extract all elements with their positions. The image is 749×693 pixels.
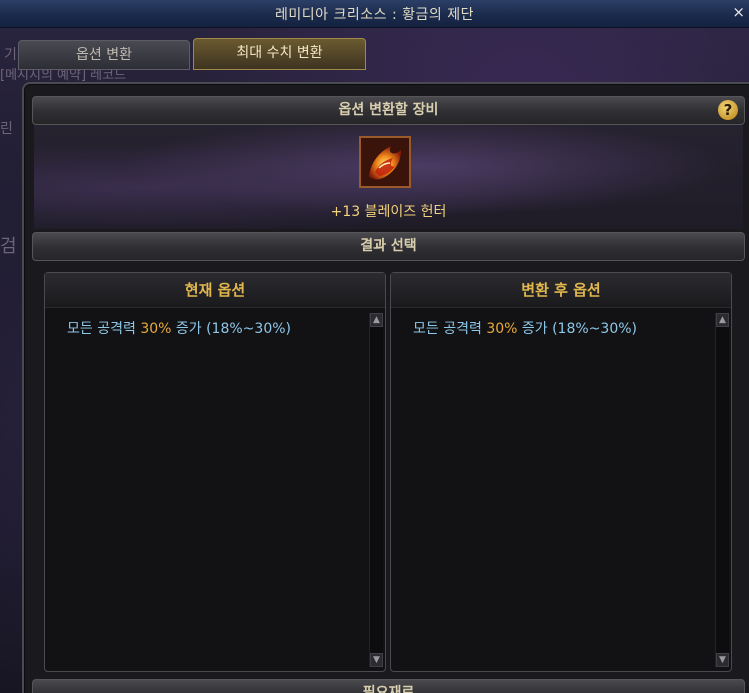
converted-option-header: 변환 후 옵션 bbox=[391, 273, 731, 308]
materials-section-header: 필요재료 bbox=[32, 679, 745, 693]
equip-section-title: 옵션 변환할 장비 bbox=[338, 102, 439, 118]
equip-section-header: 옵션 변환할 장비 ? bbox=[32, 96, 745, 125]
blaze-hunter-icon[interactable] bbox=[359, 136, 411, 188]
option-prefix: 모든 공격력 bbox=[413, 321, 487, 337]
blaze-hunter-icon-graphic bbox=[361, 138, 409, 186]
option-value: 30% bbox=[140, 321, 172, 337]
current-option-scrollbar[interactable]: ▲ ▼ bbox=[369, 313, 383, 667]
window-root: 레미디아 크리소스 : 황금의 제단 × 기 [메시지의 예약] 레코드 린 검… bbox=[0, 0, 749, 693]
equip-area: +13 블레이즈 헌터 bbox=[34, 125, 743, 229]
option-value: 30% bbox=[486, 321, 518, 337]
scroll-up-icon[interactable]: ▲ bbox=[370, 313, 383, 327]
close-icon[interactable]: × bbox=[732, 3, 745, 21]
scroll-down-icon[interactable]: ▼ bbox=[716, 653, 729, 667]
scroll-up-icon[interactable]: ▲ bbox=[716, 313, 729, 327]
current-option-panel: 현재 옵션 모든 공격력 30% 증가 (18%~30%) ▲ ▼ bbox=[44, 272, 386, 672]
option-suffix: 증가 (18%~30%) bbox=[517, 321, 637, 337]
equip-item-name: +13 블레이즈 헌터 bbox=[330, 204, 447, 220]
title-bar[interactable]: 레미디아 크리소스 : 황금의 제단 × bbox=[0, 0, 749, 28]
result-section-title: 결과 선택 bbox=[360, 238, 417, 254]
background-text: 검 bbox=[0, 236, 17, 257]
converted-option-scrollbar[interactable]: ▲ ▼ bbox=[715, 313, 729, 667]
background-text: 린 bbox=[0, 121, 13, 137]
tab-option-convert[interactable]: 옵션 변환 bbox=[18, 40, 190, 70]
converted-option-line[interactable]: 모든 공격력 30% 증가 (18%~30%) bbox=[413, 318, 637, 338]
option-suffix: 증가 (18%~30%) bbox=[171, 321, 291, 337]
scroll-down-icon[interactable]: ▼ bbox=[370, 653, 383, 667]
materials-section-title: 필요재료 bbox=[362, 685, 415, 693]
help-icon[interactable]: ? bbox=[718, 100, 738, 120]
background-text: 기 bbox=[4, 47, 17, 63]
window-title: 레미디아 크리소스 : 황금의 제단 bbox=[275, 7, 474, 23]
converted-option-panel: 변환 후 옵션 모든 공격력 30% 증가 (18%~30%) ▲ ▼ bbox=[390, 272, 732, 672]
main-panel: 옵션 변환할 장비 ? +13 블레이즈 헌터 결과 선택 현재 옵션 모든 공… bbox=[22, 82, 749, 693]
current-option-line[interactable]: 모든 공격력 30% 증가 (18%~30%) bbox=[67, 318, 291, 338]
option-prefix: 모든 공격력 bbox=[67, 321, 141, 337]
result-section-header: 결과 선택 bbox=[32, 232, 745, 261]
tab-max-value-convert[interactable]: 최대 수치 변환 bbox=[193, 38, 366, 70]
current-option-header: 현재 옵션 bbox=[45, 273, 385, 308]
